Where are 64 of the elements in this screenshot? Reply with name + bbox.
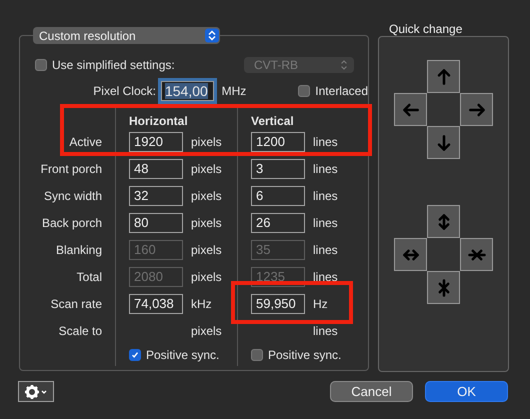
row-label: Active	[69, 134, 102, 148]
number-field[interactable]: 59,950	[251, 294, 305, 314]
checkbox[interactable]	[35, 59, 47, 71]
number-field[interactable]: 3	[251, 158, 305, 178]
checkbox[interactable]	[129, 349, 141, 361]
unit-label: lines	[313, 188, 338, 202]
row-label: Scan rate	[50, 296, 102, 310]
number-field[interactable]: 1200	[251, 132, 305, 152]
cancel-button[interactable]: Cancel	[330, 381, 413, 402]
number-field[interactable]: 74,038	[129, 294, 183, 314]
section-title: Quick change	[389, 22, 464, 36]
unit-label: MHz	[222, 84, 246, 98]
unit-label: lines	[313, 134, 338, 148]
unit-label: lines	[313, 242, 338, 256]
right-arrow-button[interactable]	[460, 93, 493, 126]
row-label: Blanking	[56, 242, 102, 256]
chevron-icon	[205, 28, 219, 43]
left-arrow-button[interactable]	[394, 93, 427, 126]
number-field[interactable]: 6	[251, 186, 305, 206]
checkbox-label: Use simplified settings:	[52, 58, 175, 72]
unit-label: kHz	[191, 296, 212, 310]
resolution-popup[interactable]: Custom resolution	[33, 27, 220, 44]
row-label: Back porch	[42, 216, 102, 230]
unit-label: lines	[313, 216, 338, 230]
number-field[interactable]: 80	[129, 212, 183, 232]
checkbox-label: Positive sync.	[268, 348, 342, 362]
unit-label: Hz	[313, 296, 328, 310]
checkmark-icon	[130, 350, 140, 360]
horizontal-double-arrow-button[interactable]	[394, 238, 427, 271]
field-label: Pixel Clock:	[92, 84, 157, 98]
checkbox-label: Interlaced	[315, 84, 368, 98]
row-label: Sync width	[44, 188, 102, 202]
unit-label: pixels	[191, 162, 222, 176]
up-arrow-button[interactable]	[427, 60, 460, 93]
checkbox[interactable]	[251, 349, 263, 361]
down-arrow-button[interactable]	[427, 126, 460, 159]
row-label: Total	[76, 270, 102, 284]
row-label: Scale to	[58, 324, 102, 338]
number-field[interactable]: 26	[251, 212, 305, 232]
settings-menu-button[interactable]	[18, 381, 54, 402]
unit-label: lines	[313, 162, 338, 176]
unit-label: pixels	[191, 270, 222, 284]
chevron-icon	[340, 59, 348, 71]
checkbox-label: Positive sync.	[146, 348, 220, 362]
vertical-inward-arrows-button[interactable]	[427, 271, 460, 304]
number-field[interactable]: 1920	[129, 132, 183, 152]
unit-label: lines	[313, 270, 338, 284]
column-header: Horizontal	[129, 114, 188, 128]
pixel-clock-field[interactable]: 154,00	[160, 81, 214, 101]
unit-label: pixels	[191, 324, 222, 338]
settings-icon	[23, 384, 49, 400]
ok-button[interactable]: OK	[425, 381, 508, 402]
number-field[interactable]: 32	[129, 186, 183, 206]
vertical-double-arrow-button[interactable]	[427, 205, 460, 238]
unit-label: pixels	[191, 242, 222, 256]
checkbox[interactable]	[298, 85, 310, 97]
column-header: Vertical	[251, 114, 294, 128]
horizontal-inward-arrows-button[interactable]	[460, 238, 493, 271]
unit-label: pixels	[191, 134, 222, 148]
unit-label: pixels	[191, 188, 222, 202]
row-label: Front porch	[40, 162, 102, 176]
unit-label: pixels	[191, 216, 222, 230]
unit-label: lines	[313, 324, 338, 338]
number-field[interactable]: 48	[129, 158, 183, 178]
